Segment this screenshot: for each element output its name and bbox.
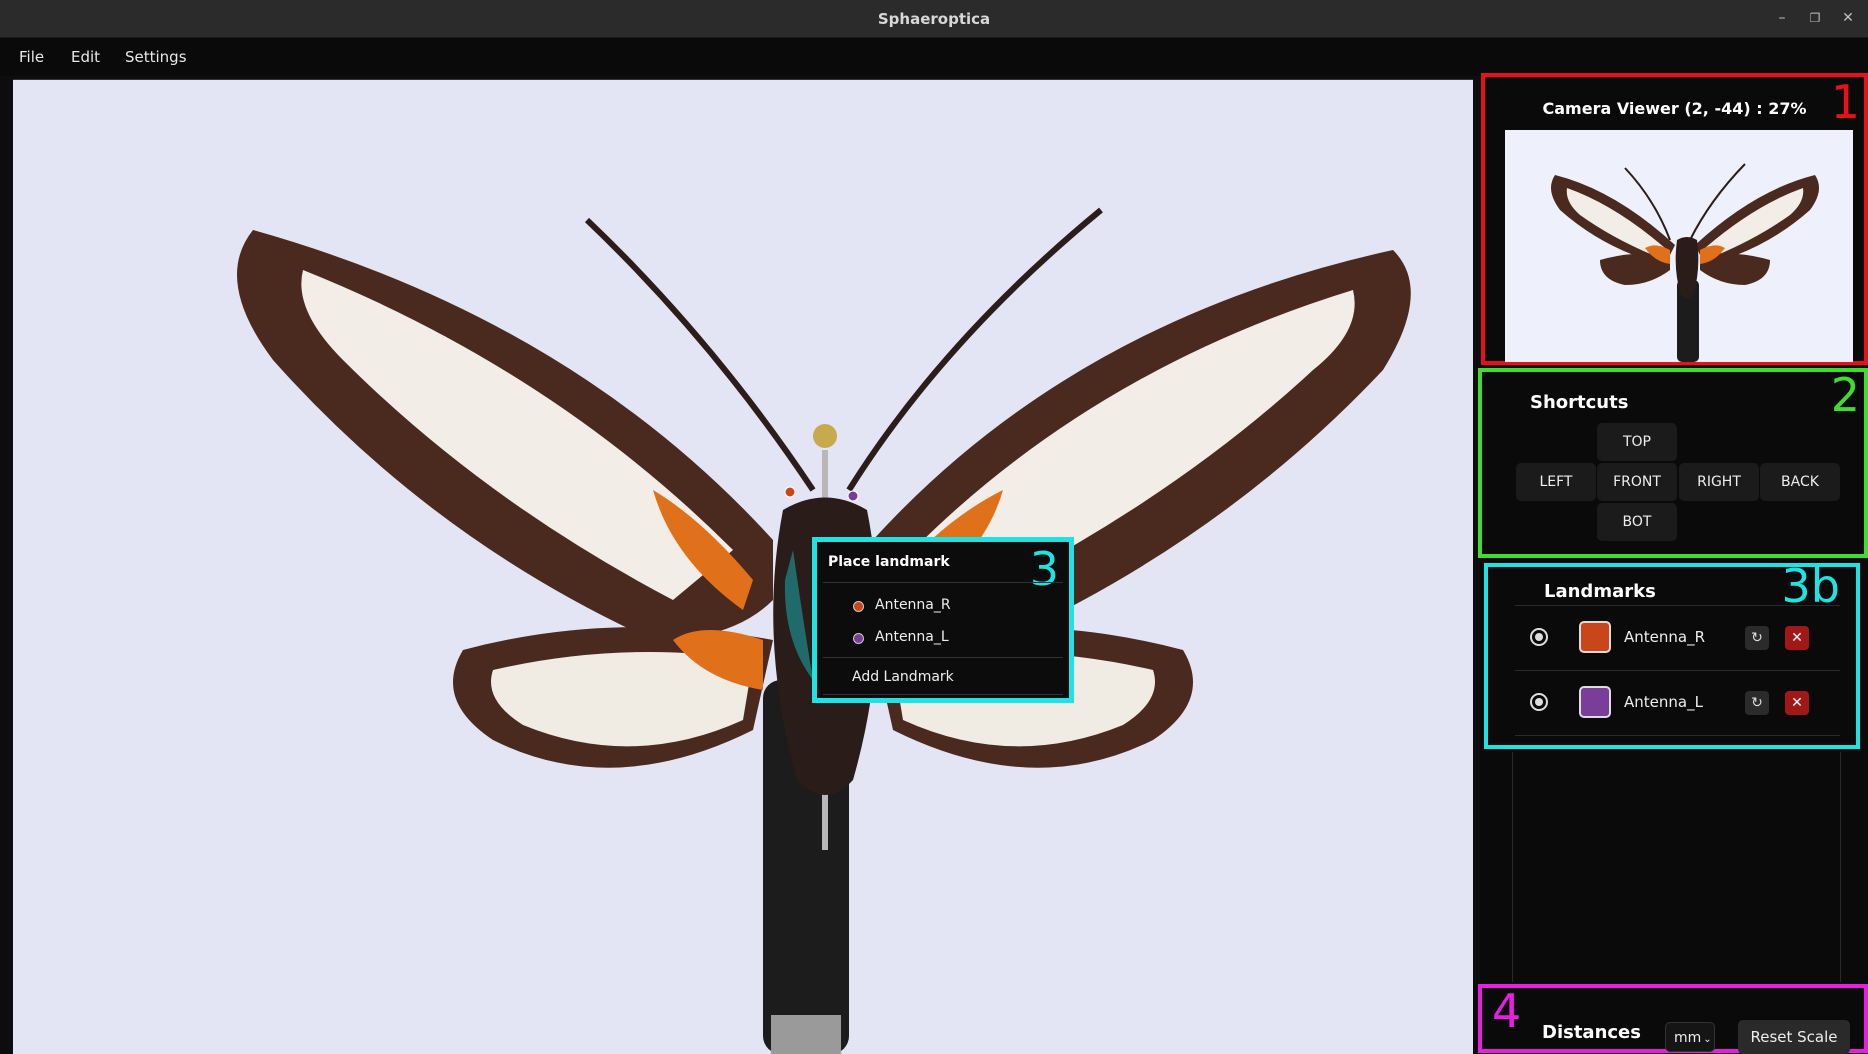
view-right-button[interactable]: RIGHT (1679, 463, 1759, 501)
popup-item-antenna-r[interactable]: Antenna_R (875, 597, 951, 613)
landmark-name: Antenna_R (1624, 628, 1706, 646)
unit-select[interactable]: mm ⌄ (1665, 1022, 1715, 1052)
chevron-down-icon: ⌄ (1703, 1034, 1712, 1045)
window-title: Sphaeroptica (877, 10, 991, 28)
view-bot-button[interactable]: BOT (1597, 503, 1677, 541)
add-landmark-button[interactable]: Add Landmark (852, 669, 954, 685)
reset-scale-button[interactable]: Reset Scale (1738, 1020, 1850, 1054)
title-bar: Sphaeroptica – ❐ ✕ (0, 0, 1868, 38)
landmark-row: Antenna_R ↻ ✕ (1515, 605, 1840, 671)
annotation-2: 2 (1830, 368, 1860, 422)
landmarks-list-area (1512, 752, 1841, 982)
shortcuts-panel: Shortcuts 2 TOP LEFT FRONT RIGHT BACK BO… (1478, 368, 1868, 558)
antenna-l-color-dot (853, 633, 864, 644)
view-back-button[interactable]: BACK (1760, 463, 1840, 501)
divider (823, 657, 1063, 658)
camera-thumbnail[interactable] (1505, 130, 1853, 362)
landmark-color-swatch[interactable] (1579, 621, 1611, 653)
view-front-button[interactable]: FRONT (1597, 463, 1677, 501)
shortcuts-label: Shortcuts (1530, 392, 1629, 413)
minimize-icon[interactable]: – (1772, 8, 1792, 28)
landmark-select-radio[interactable] (1530, 693, 1548, 711)
moth-image (13, 80, 1473, 1054)
menu-bar: File Edit Settings (0, 38, 1868, 76)
unit-value: mm (1674, 1030, 1702, 1046)
refresh-icon[interactable]: ↻ (1745, 626, 1769, 650)
popup-item-antenna-l[interactable]: Antenna_L (875, 629, 949, 645)
annotation-1: 1 (1830, 75, 1860, 129)
annotation-3: 3 (1029, 542, 1059, 596)
annotation-4: 4 (1492, 984, 1522, 1038)
landmark-row: Antenna_L ↻ ✕ (1515, 671, 1840, 736)
menu-file[interactable]: File (19, 48, 44, 66)
landmark-name: Antenna_L (1624, 693, 1703, 711)
refresh-icon[interactable]: ↻ (1745, 691, 1769, 715)
menu-edit[interactable]: Edit (71, 48, 100, 66)
distances-panel: 4 Distances mm ⌄ Reset Scale (1478, 984, 1868, 1054)
landmark-select-radio[interactable] (1530, 628, 1548, 646)
view-top-button[interactable]: TOP (1597, 423, 1677, 461)
landmarks-label: Landmarks (1544, 581, 1656, 602)
distances-label: Distances (1542, 1022, 1641, 1043)
delete-icon[interactable]: ✕ (1785, 626, 1809, 650)
landmarks-panel: Landmarks 3b Antenna_R ↻ ✕ Antenna_L ↻ ✕ (1484, 559, 1860, 749)
camera-viewer-panel: Camera Viewer (2, -44) : 27% 1 (1481, 73, 1868, 365)
delete-icon[interactable]: ✕ (1785, 691, 1809, 715)
camera-viewer-label: Camera Viewer (2, -44) : 27% (1542, 99, 1807, 118)
antenna-r-color-dot (853, 601, 864, 612)
popup-title: Place landmark (828, 554, 950, 570)
divider (823, 694, 1063, 695)
place-landmark-popup: Place landmark 3 Antenna_R Antenna_L Add… (812, 537, 1074, 703)
view-left-button[interactable]: LEFT (1516, 463, 1596, 501)
menu-settings[interactable]: Settings (125, 48, 187, 66)
close-icon[interactable]: ✕ (1838, 8, 1858, 28)
landmark-color-swatch[interactable] (1579, 686, 1611, 718)
maximize-icon[interactable]: ❐ (1805, 8, 1825, 28)
divider (823, 582, 1063, 583)
image-viewer[interactable]: Place landmark 3 Antenna_R Antenna_L Add… (13, 79, 1473, 1054)
